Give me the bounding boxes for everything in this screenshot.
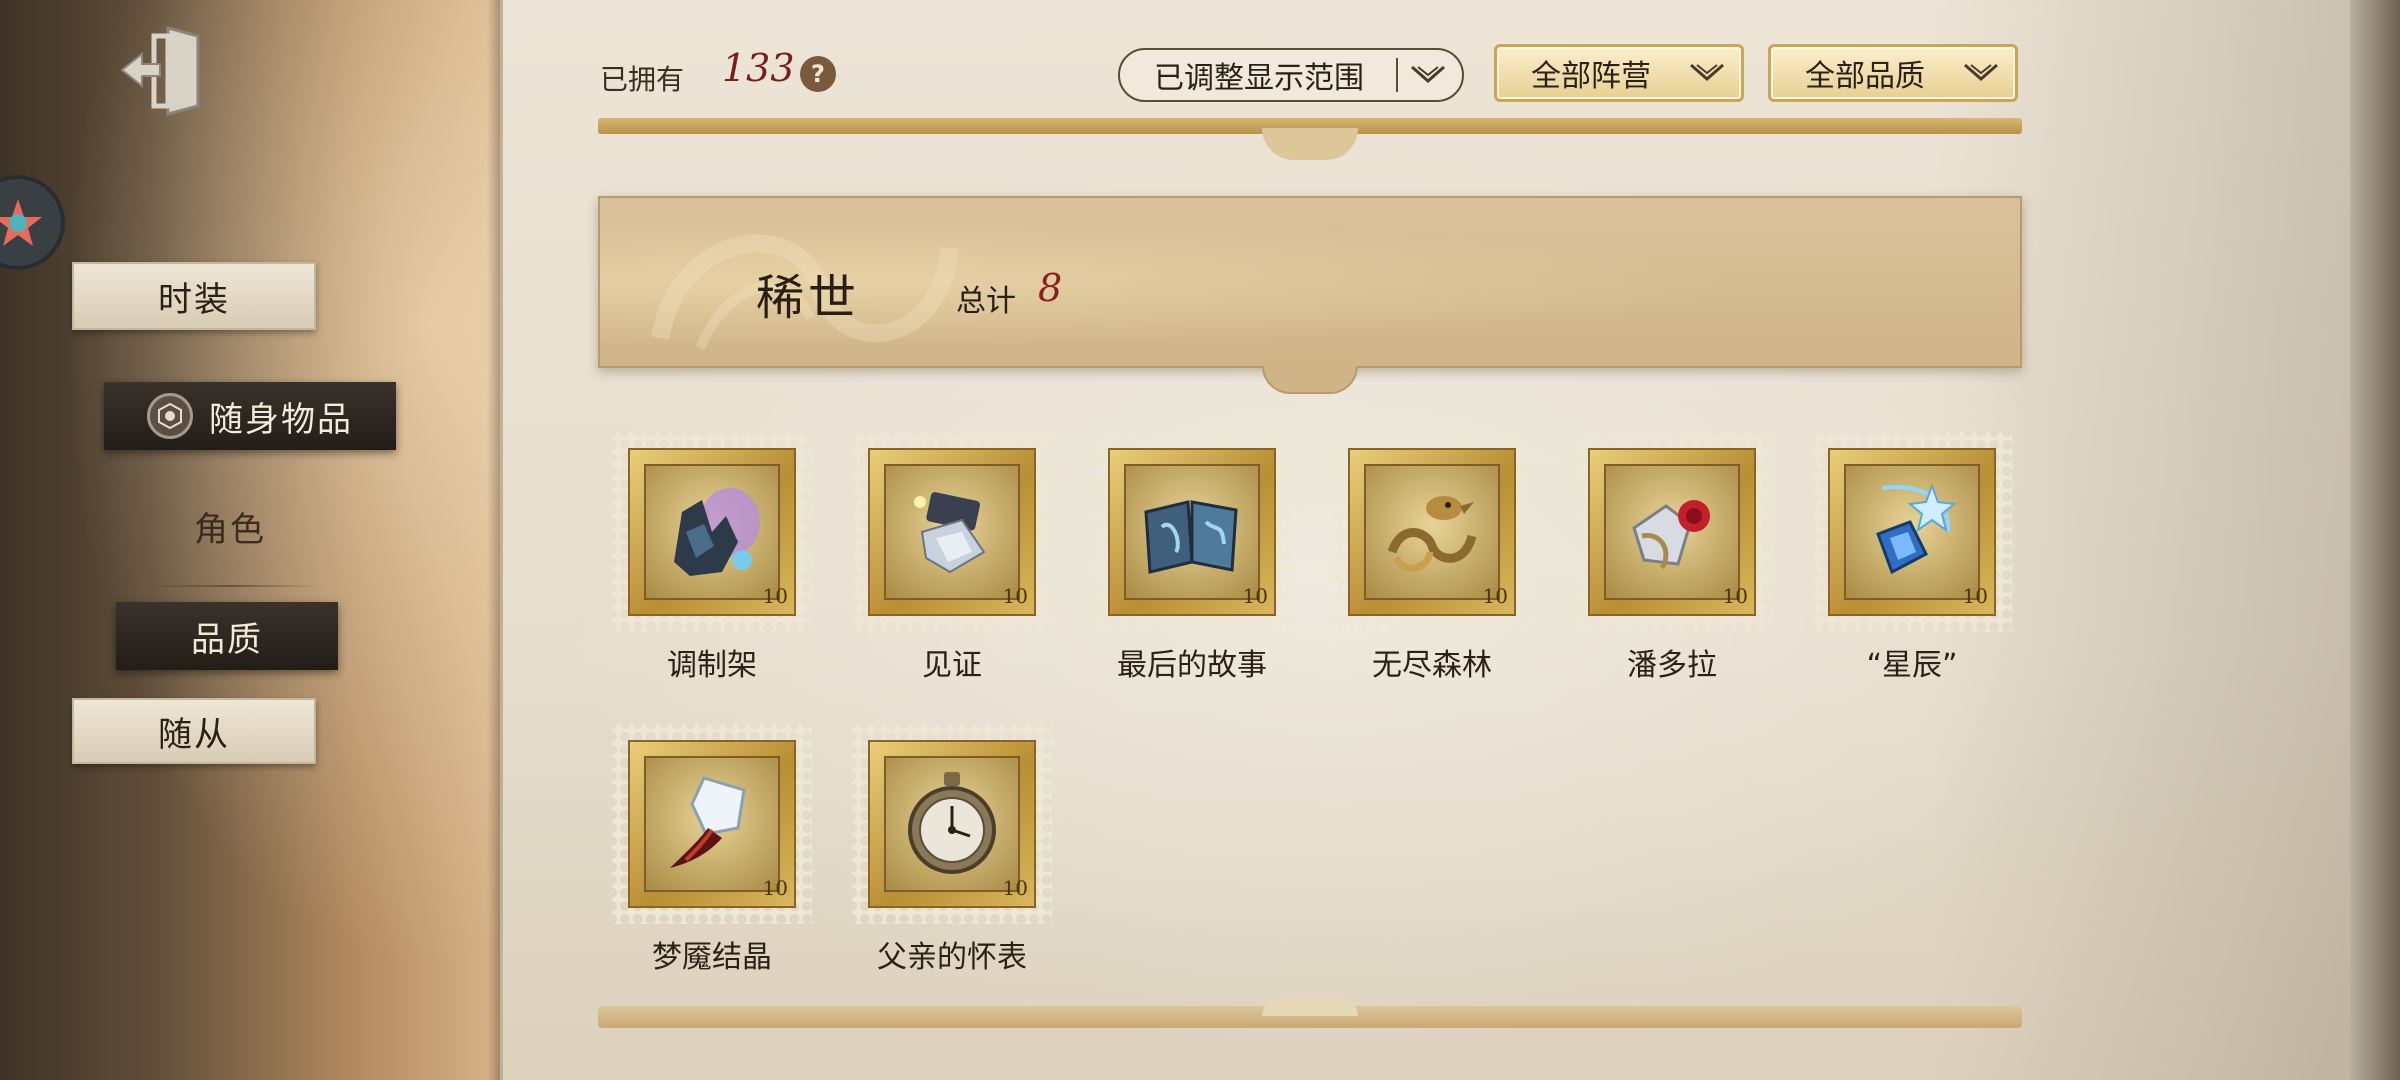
item-card[interactable]: 10 见证	[852, 432, 1052, 683]
chevron-down-icon	[1964, 63, 1998, 81]
footer-divider-notch	[1262, 996, 1358, 1016]
nav-divider	[140, 585, 320, 587]
item-card[interactable]: 10 梦魇结晶	[612, 724, 812, 975]
total-label: 总计	[956, 284, 1016, 319]
nav-follower-label: 随从	[158, 714, 230, 755]
stamp-value: 10	[762, 584, 788, 608]
stamp-value: 10	[762, 876, 788, 900]
item-name: 调制架	[667, 648, 757, 683]
item-name: 无尽森林	[1372, 648, 1492, 683]
item-name: 梦魇结晶	[652, 940, 772, 975]
stamp-frame: 10	[628, 448, 796, 616]
item-card[interactable]: 10 父亲的怀表	[852, 724, 1052, 975]
display-range-label: 已调整显示范围	[1154, 61, 1364, 96]
endless-forest-bird-icon	[1364, 464, 1500, 600]
stamp-value: 10	[1482, 584, 1508, 608]
item-card[interactable]: 10 “星辰”	[1812, 432, 2012, 683]
display-range-dropdown[interactable]: 已调整显示范围	[1118, 48, 1464, 102]
quality-filter-dropdown[interactable]: 全部品质	[1768, 44, 2018, 102]
rarity-title: 稀世	[756, 270, 861, 326]
pocket-watch-icon	[884, 756, 1020, 892]
help-icon[interactable]: ?	[800, 56, 836, 92]
faction-filter-dropdown[interactable]: 全部阵营	[1494, 44, 1744, 102]
item-card[interactable]: 10 调制架	[612, 432, 812, 683]
total-count: 8	[1038, 266, 1063, 310]
item-card[interactable]: 10 潘多拉	[1572, 432, 1772, 683]
stamp-frame: 10	[868, 448, 1036, 616]
stamp-frame: 10	[628, 740, 796, 908]
exit-door-icon	[120, 26, 200, 116]
stamp-value: 10	[1002, 584, 1028, 608]
star-charm-icon	[1844, 464, 1980, 600]
quality-filter-label: 全部品质	[1805, 59, 1925, 94]
stamp-frame: 10	[1348, 448, 1516, 616]
item-name: 父亲的怀表	[877, 940, 1027, 975]
stamp-value: 10	[1002, 876, 1028, 900]
item-name: 最后的故事	[1117, 648, 1267, 683]
accessories-emblem-icon	[147, 393, 193, 439]
pandora-rose-icon	[1604, 464, 1740, 600]
nav-fashion[interactable]: 时装	[72, 262, 316, 330]
page-edge	[2350, 0, 2400, 1080]
faction-filter-label: 全部阵营	[1531, 59, 1651, 94]
item-name: “星辰”	[1866, 648, 1958, 683]
witness-crystal-icon	[884, 464, 1020, 600]
nav-quality-label: 品质	[191, 619, 263, 660]
nav-character-label: 角色	[194, 509, 266, 550]
nav-quality[interactable]: 品质	[116, 602, 338, 670]
stamp-frame: 10	[868, 740, 1036, 908]
exit-button[interactable]	[112, 18, 216, 122]
item-card[interactable]: 10 最后的故事	[1092, 432, 1292, 683]
stamp-value: 10	[1962, 584, 1988, 608]
nav-follower[interactable]: 随从	[72, 698, 316, 764]
item-card[interactable]: 10 无尽森林	[1332, 432, 1532, 683]
stamp-frame: 10	[1828, 448, 1996, 616]
last-story-book-icon	[1124, 464, 1260, 600]
banner-notch	[1262, 366, 1358, 394]
avatar[interactable]	[0, 175, 65, 270]
nav-fashion-label: 时装	[158, 279, 230, 320]
modulator-rack-icon	[644, 464, 780, 600]
stamp-frame: 10	[1108, 448, 1276, 616]
nav-accessories[interactable]: 随身物品	[104, 382, 396, 450]
nightmare-crystal-icon	[644, 756, 780, 892]
owned-count: 133	[722, 46, 795, 90]
star-badge-icon	[0, 198, 42, 246]
stamp-value: 10	[1722, 584, 1748, 608]
help-symbol: ?	[811, 60, 825, 88]
chevron-down-icon	[1690, 63, 1724, 81]
stamp-frame: 10	[1588, 448, 1756, 616]
dropdown-separator	[1396, 58, 1398, 92]
chevron-down-icon	[1411, 65, 1445, 83]
nav-character[interactable]: 角色	[140, 496, 320, 556]
sidebar: 时装 随身物品 角色 品质 随从	[0, 0, 505, 1080]
nav-accessories-label: 随身物品	[209, 399, 353, 440]
stamp-value: 10	[1242, 584, 1268, 608]
owned-label: 已拥有	[600, 63, 685, 96]
item-name: 见证	[922, 648, 982, 683]
item-name: 潘多拉	[1627, 648, 1717, 683]
